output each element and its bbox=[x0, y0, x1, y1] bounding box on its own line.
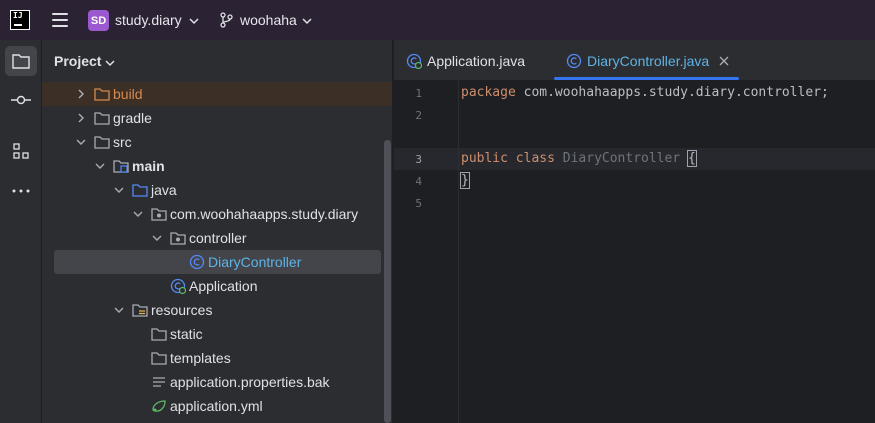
chevron-down-icon[interactable] bbox=[95, 161, 105, 171]
spring-class-icon bbox=[406, 53, 422, 69]
project-badge[interactable]: SD bbox=[88, 10, 109, 31]
code-editor[interactable]: 1 2 3 4 5 package com.woohahaapps.study.… bbox=[394, 81, 875, 423]
git-branch-icon[interactable] bbox=[219, 12, 233, 28]
excluded-folder-icon bbox=[94, 88, 110, 101]
tree-item-label: build bbox=[113, 86, 143, 102]
tree-item-controller[interactable]: controller bbox=[42, 226, 392, 250]
chevron-down-icon[interactable] bbox=[189, 16, 199, 26]
tree-item-templates[interactable]: templates bbox=[42, 346, 392, 370]
tree-item-application-yml[interactable]: application.yml bbox=[42, 394, 392, 418]
tree-item-resources[interactable]: resources bbox=[42, 298, 392, 322]
structure-icon bbox=[13, 143, 29, 159]
commit-icon bbox=[11, 95, 31, 105]
tree-item-label: resources bbox=[151, 302, 213, 318]
chevron-right-icon[interactable] bbox=[76, 89, 86, 99]
tab-label: Application.java bbox=[427, 52, 526, 69]
matched-brace: } bbox=[460, 172, 470, 189]
class-name: DiaryController bbox=[562, 151, 681, 166]
class-icon bbox=[189, 254, 205, 270]
line-number: 4 bbox=[415, 175, 422, 188]
tab-diary-controller-java[interactable]: DiaryController.java bbox=[566, 40, 729, 81]
tree-item-label: static bbox=[170, 326, 203, 342]
line-number: 2 bbox=[415, 109, 422, 122]
tree-item-gradle[interactable]: gradle bbox=[42, 106, 392, 130]
tab-application-java[interactable]: Application.java bbox=[406, 40, 525, 81]
chevron-down-icon[interactable] bbox=[114, 185, 124, 195]
active-tab-indicator bbox=[554, 77, 739, 80]
folder-icon bbox=[12, 54, 30, 69]
more-tools-button[interactable] bbox=[5, 176, 37, 206]
code-line-3[interactable]: public class DiaryController { bbox=[461, 150, 697, 167]
project-tool-button[interactable] bbox=[5, 46, 37, 76]
chevron-down-icon[interactable] bbox=[302, 16, 312, 26]
spring-class-icon bbox=[170, 278, 186, 294]
close-icon[interactable] bbox=[719, 56, 729, 66]
tree-item-package[interactable]: com.woohahaapps.study.diary bbox=[42, 202, 392, 226]
more-icon bbox=[12, 189, 30, 193]
package-icon bbox=[151, 208, 167, 221]
class-icon bbox=[566, 53, 582, 68]
project-name[interactable]: study.diary bbox=[115, 12, 182, 28]
code-line-1[interactable]: package com.woohahaapps.study.diary.cont… bbox=[461, 85, 829, 100]
tool-window-bar bbox=[0, 40, 42, 423]
tree-item-properties-bak[interactable]: application.properties.bak bbox=[42, 370, 392, 394]
tree-item-label: Application bbox=[189, 278, 258, 294]
branch-name[interactable]: woohaha bbox=[240, 12, 297, 28]
tree-item-main[interactable]: main bbox=[42, 154, 392, 178]
keyword: public bbox=[461, 151, 508, 166]
code-line-4[interactable]: } bbox=[460, 172, 470, 189]
tree-item-label: com.woohahaapps.study.diary bbox=[170, 206, 359, 222]
structure-tool-button[interactable] bbox=[5, 136, 37, 166]
tree-item-label: main bbox=[132, 158, 165, 174]
commit-tool-button[interactable] bbox=[5, 85, 37, 115]
tree-item-application[interactable]: Application bbox=[42, 274, 392, 298]
text-file-icon bbox=[153, 377, 165, 387]
tree-item-label: java bbox=[151, 182, 177, 198]
chevron-down-icon[interactable] bbox=[105, 58, 115, 68]
tree-item-diary-controller[interactable]: DiaryController bbox=[54, 250, 381, 274]
yaml-file-icon bbox=[152, 400, 166, 412]
chevron-down-icon[interactable] bbox=[152, 233, 162, 243]
chevron-down-icon[interactable] bbox=[76, 137, 86, 147]
folder-icon bbox=[151, 352, 167, 365]
tree-item-label: controller bbox=[189, 230, 247, 246]
gutter-divider bbox=[458, 81, 459, 423]
keyword: class bbox=[515, 151, 555, 166]
module-folder-icon bbox=[113, 160, 129, 173]
editor-tabs: Application.java DiaryController.java bbox=[394, 40, 875, 81]
logo-text: IJ bbox=[13, 11, 23, 20]
tree-item-java[interactable]: java bbox=[42, 178, 392, 202]
chevron-down-icon[interactable] bbox=[133, 209, 143, 219]
tree-item-label: templates bbox=[170, 350, 231, 366]
tree-item-label: application.properties.bak bbox=[170, 374, 330, 390]
chevron-down-icon[interactable] bbox=[114, 305, 124, 315]
package-name: com.woohahaapps.study.diary.controller; bbox=[515, 85, 829, 100]
panel-title[interactable]: Project bbox=[54, 53, 101, 69]
folder-icon bbox=[94, 136, 110, 149]
tree-item-label: src bbox=[113, 134, 132, 150]
package-icon bbox=[170, 232, 186, 245]
line-number: 1 bbox=[415, 87, 422, 100]
project-panel: Project build gradle src main java com.w… bbox=[42, 40, 393, 423]
matched-brace: { bbox=[687, 150, 697, 167]
resources-folder-icon bbox=[132, 304, 148, 317]
chevron-right-icon[interactable] bbox=[76, 113, 86, 123]
tree-item-src[interactable]: src bbox=[42, 130, 392, 154]
keyword: package bbox=[461, 85, 516, 100]
intellij-logo-icon[interactable]: IJ bbox=[10, 10, 30, 30]
tree-item-static[interactable]: static bbox=[42, 322, 392, 346]
tree-item-build[interactable]: build bbox=[42, 82, 392, 106]
tree-item-label: gradle bbox=[113, 110, 152, 126]
tree-item-label: DiaryController bbox=[208, 254, 302, 270]
tree-item-label: application.yml bbox=[170, 398, 263, 414]
tree-scrollbar[interactable] bbox=[384, 140, 391, 423]
main-menu-icon[interactable] bbox=[52, 13, 68, 27]
folder-icon bbox=[151, 328, 167, 341]
tab-label: DiaryController.java bbox=[587, 52, 710, 69]
line-number: 5 bbox=[415, 197, 422, 210]
title-bar: IJ SD study.diary woohaha bbox=[0, 0, 875, 40]
line-number: 3 bbox=[415, 153, 422, 166]
source-folder-icon bbox=[132, 184, 148, 197]
folder-icon bbox=[94, 112, 110, 125]
